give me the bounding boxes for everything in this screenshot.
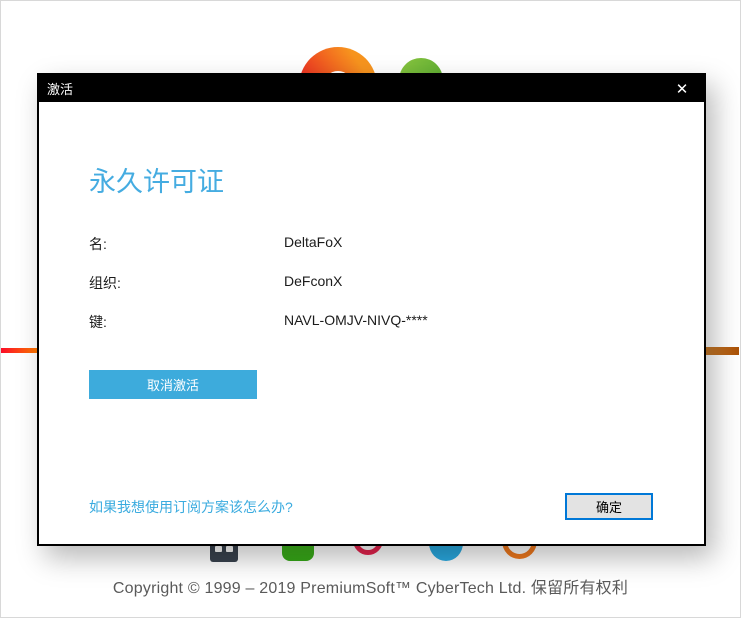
about-background-window: Copyright © 1999 – 2019 PremiumSoft™ Cyb… [0, 0, 741, 618]
dialog-titlebar: 激活 [39, 75, 704, 102]
activation-dialog: 激活 ✕ 永久许可证 名: DeltaFoX 组织: DeFconX 键: NA… [37, 73, 706, 546]
gradient-divider-left [1, 348, 38, 353]
name-label: 名: [89, 236, 107, 252]
gradient-divider-right [706, 347, 739, 355]
dialog-title: 激活 [47, 82, 74, 97]
deactivate-button[interactable]: 取消激活 [89, 370, 257, 399]
close-icon[interactable]: ✕ [660, 75, 704, 102]
copyright-text: Copyright © 1999 – 2019 PremiumSoft™ Cyb… [112, 580, 629, 597]
license-heading: 永久许可证 [89, 167, 224, 197]
key-label: 键: [89, 314, 107, 330]
organization-label: 组织: [89, 275, 121, 291]
key-value: NAVL-OMJV-NIVQ-**** [284, 312, 428, 328]
organization-value: DeFconX [284, 273, 343, 289]
subscription-plan-link[interactable]: 如果我想使用订阅方案该怎么办? [89, 497, 293, 517]
name-value: DeltaFoX [284, 234, 343, 250]
ok-button[interactable]: 确定 [565, 493, 653, 520]
